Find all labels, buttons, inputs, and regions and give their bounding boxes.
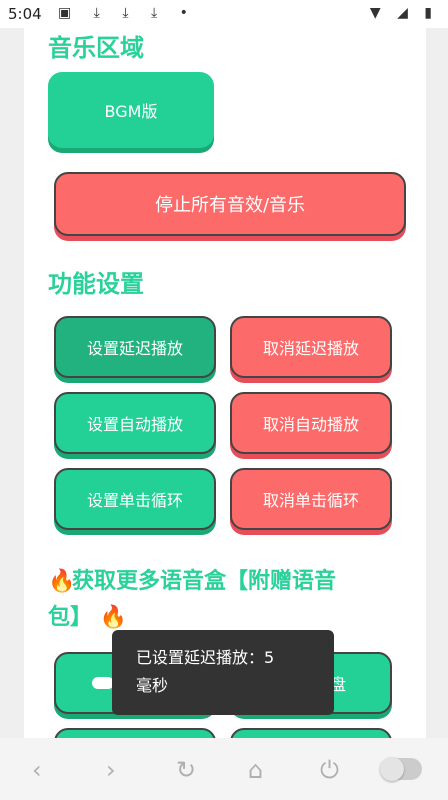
cancel-auto-play-button[interactable]: 取消自动播放	[230, 392, 392, 454]
settings-section-title: 功能设置	[48, 270, 144, 298]
more-title-line2: 包】	[48, 605, 93, 630]
toggle-switch[interactable]	[380, 757, 422, 781]
home-icon[interactable]: ⌂	[248, 756, 263, 784]
set-click-loop-button[interactable]: 设置单击循环	[54, 468, 216, 530]
more-title-line1: 获取更多语音盒【附赠语音	[72, 569, 337, 594]
forward-icon[interactable]: ›	[106, 756, 116, 784]
cancel-click-loop-label: 取消单击循环	[262, 491, 359, 510]
stop-all-button[interactable]: 停止所有音效/音乐	[54, 172, 406, 236]
signal-battery-icons: ▼ ◢ ▮	[369, 5, 438, 21]
stop-all-label: 停止所有音效/音乐	[154, 195, 306, 216]
refresh-icon[interactable]: ↻	[176, 756, 196, 784]
set-auto-play-label: 设置自动播放	[86, 415, 183, 434]
music-section-title: 音乐区域	[48, 34, 144, 62]
toggle-knob	[380, 757, 404, 781]
power-icon[interactable]: ⏻	[320, 756, 339, 784]
cloud-icon	[92, 677, 114, 689]
back-icon[interactable]: ‹	[32, 756, 42, 784]
set-delay-play-button[interactable]: 设置延迟播放	[54, 316, 216, 378]
fire-icon: 🔥	[48, 569, 76, 594]
toast-line1: 已设置延迟播放：5	[136, 648, 275, 667]
set-click-loop-label: 设置单击循环	[86, 491, 183, 510]
notification-icons: ▣ ⤓ ⤓ ⤓ •	[58, 5, 197, 21]
toast-message: 已设置延迟播放：5 毫秒	[112, 630, 334, 715]
more-section-title: 🔥获取更多语音盒【附赠语音 包】 🔥	[48, 564, 408, 636]
cancel-delay-play-label: 取消延迟播放	[262, 339, 359, 358]
cancel-click-loop-button[interactable]: 取消单击循环	[230, 468, 392, 530]
status-time: 5:04	[8, 5, 42, 23]
extra-button-right[interactable]	[230, 728, 392, 738]
cancel-auto-play-label: 取消自动播放	[262, 415, 359, 434]
bgm-button-label: BGM版	[104, 102, 158, 121]
set-delay-play-label: 设置延迟播放	[86, 339, 183, 358]
extra-button-left[interactable]	[54, 728, 216, 738]
toast-line2: 毫秒	[136, 676, 169, 695]
set-auto-play-button[interactable]: 设置自动播放	[54, 392, 216, 454]
status-bar: 5:04 ▣ ⤓ ⤓ ⤓ • ▼ ◢ ▮	[0, 0, 448, 28]
cancel-delay-play-button[interactable]: 取消延迟播放	[230, 316, 392, 378]
bgm-button[interactable]: BGM版	[48, 72, 214, 148]
